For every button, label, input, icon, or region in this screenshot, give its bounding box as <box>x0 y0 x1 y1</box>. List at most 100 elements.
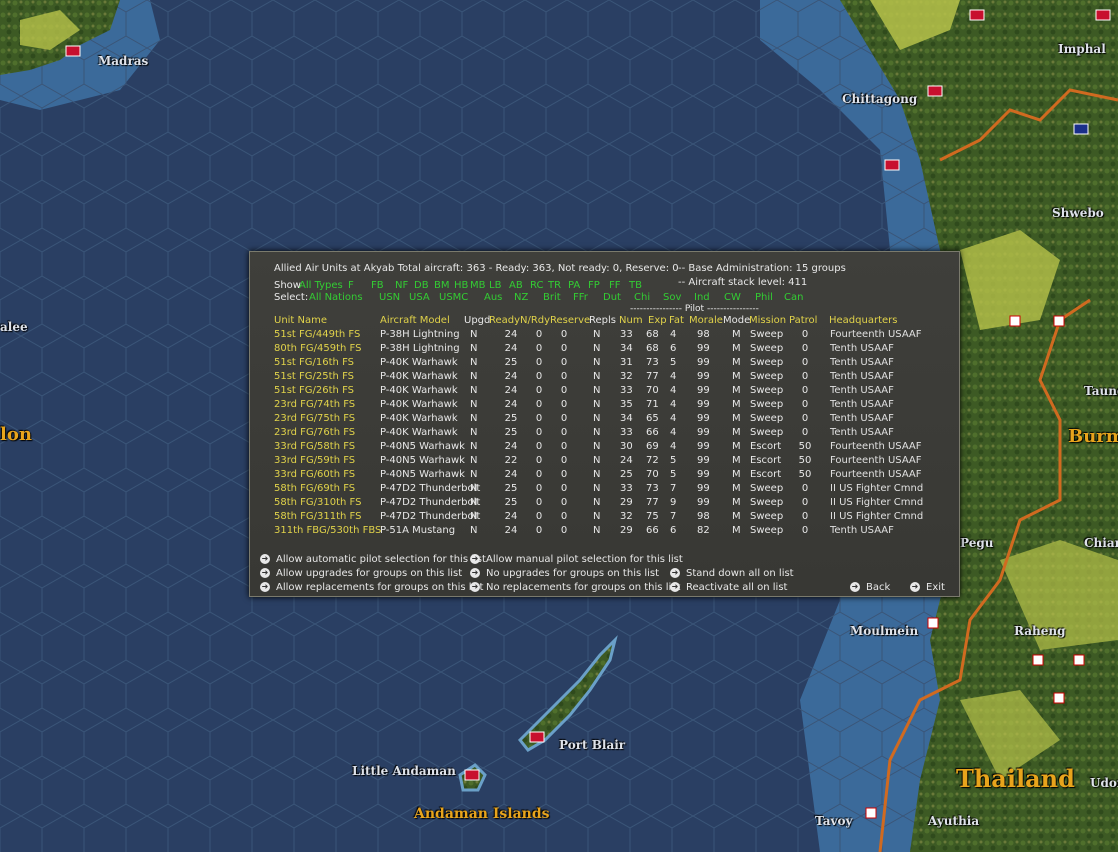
show-type-tr[interactable]: TR <box>548 280 561 292</box>
reactivate-button[interactable]: ➜ Reactivate all on list <box>670 581 787 594</box>
col-patrol[interactable]: Patrol <box>789 314 817 328</box>
show-type-fp[interactable]: FP <box>588 280 600 292</box>
col-num[interactable]: Num <box>619 314 643 328</box>
cell-unit-name[interactable]: 23rd FG/75th FS <box>274 412 355 426</box>
cell-unit-name[interactable]: 33rd FG/60th FS <box>274 468 355 482</box>
no-replacements-button[interactable]: ➜ No replacements for groups on this list <box>470 581 680 594</box>
show-type-ab[interactable]: AB <box>509 280 523 292</box>
show-type-nf[interactable]: NF <box>395 280 408 292</box>
col-mode[interactable]: Mode <box>723 314 750 328</box>
table-row[interactable]: 58th FG/69th FS P-47D2 Thunderbolt N 25 0 0 N 3… <box>250 482 950 496</box>
col-exp[interactable]: Exp <box>648 314 667 328</box>
show-type-mb[interactable]: MB <box>470 280 486 292</box>
exit-button[interactable]: ➜ Exit <box>910 581 945 594</box>
show-type-tb[interactable]: TB <box>629 280 642 292</box>
table-row[interactable]: 80th FG/459th FS P-38H Lightning N 24 0 0 N 34 6… <box>250 342 950 356</box>
cell-pilot-fat: 4 <box>670 413 677 424</box>
col-fat[interactable]: Fat <box>669 314 684 328</box>
table-row[interactable]: 58th FG/310th FS P-47D2 Thunderbolt N 25 0 0 N… <box>250 496 950 510</box>
cell-upgrade: N <box>470 413 478 424</box>
select-nation-all-nations[interactable]: All Nations <box>309 292 363 304</box>
cell-upgrade: N <box>470 329 478 340</box>
col-headquarters[interactable]: Headquarters <box>829 314 897 328</box>
cell-unit-name[interactable]: 58th FG/69th FS <box>274 482 355 496</box>
col-reserve[interactable]: Reserve <box>550 314 590 328</box>
table-row[interactable]: 33rd FG/59th FS P-40N5 Warhawk N 22 0 0 N 24 72 5… <box>250 454 950 468</box>
cell-mode: M <box>732 343 741 354</box>
cell-unit-name[interactable]: 80th FG/459th FS <box>274 342 361 356</box>
show-type-pa[interactable]: PA <box>568 280 580 292</box>
cell-replacements: N <box>593 469 601 480</box>
cell-unit-name[interactable]: 51st FG/16th FS <box>274 356 354 370</box>
col-ready[interactable]: Ready <box>489 314 520 328</box>
arrow-icon: ➜ <box>260 582 270 592</box>
cell-not-ready: 0 <box>535 329 543 340</box>
show-type-rc[interactable]: RC <box>530 280 543 292</box>
arrow-icon: ➜ <box>910 582 920 592</box>
cell-unit-name[interactable]: 51st FG/449th FS <box>274 328 360 342</box>
table-row[interactable]: 51st FG/449th FS P-38H Lightning N 24 0 0 N 33 6… <box>250 328 950 342</box>
cell-unit-name[interactable]: 51st FG/26th FS <box>274 384 354 398</box>
col-unit-name[interactable]: Unit Name <box>274 314 327 328</box>
col-aircraft-model[interactable]: Aircraft Model <box>380 314 450 328</box>
table-row[interactable]: 51st FG/16th FS P-40K Warhawk N 25 0 0 N 31 73 5 9… <box>250 356 950 370</box>
cell-mission: Escort <box>750 455 782 466</box>
col-mission[interactable]: Mission <box>749 314 786 328</box>
show-type-bm[interactable]: BM <box>434 280 450 292</box>
cell-unit-name[interactable]: 23rd FG/76th FS <box>274 426 355 440</box>
table-row[interactable]: 33rd FG/60th FS P-40N5 Warhawk N 24 0 0 N 25 70 5… <box>250 468 950 482</box>
allow-upgrades-button[interactable]: ➜ Allow upgrades for groups on this list <box>260 567 462 580</box>
manual-pilot-button[interactable]: ➜ Allow manual pilot selection for this l… <box>470 553 683 566</box>
table-row[interactable]: 51st FG/26th FS P-40K Warhawk N 24 0 0 N 33 70 4 9… <box>250 384 950 398</box>
cell-aircraft-model: P-47D2 Thunderbolt <box>380 497 481 508</box>
allow-replacements-button[interactable]: ➜ Allow replacements for groups on this l… <box>260 581 483 594</box>
col-morale[interactable]: Morale <box>689 314 723 328</box>
show-type-fb[interactable]: FB <box>371 280 384 292</box>
select-nation-usn[interactable]: USN <box>379 292 400 304</box>
no-upgrades-button[interactable]: ➜ No upgrades for groups on this list <box>470 567 659 580</box>
cell-mode: M <box>732 371 741 382</box>
cell-unit-name[interactable]: 58th FG/310th FS <box>274 496 361 510</box>
select-nation-usa[interactable]: USA <box>409 292 430 304</box>
table-row[interactable]: 23rd FG/74th FS P-40K Warhawk N 24 0 0 N 35 71 4 9… <box>250 398 950 412</box>
col-upgd[interactable]: Upgd <box>464 314 490 328</box>
cell-not-ready: 0 <box>535 497 543 508</box>
table-row[interactable]: 23rd FG/76th FS P-40K Warhawk N 25 0 0 N 33 66 4 9… <box>250 426 950 440</box>
cell-ready: 24 <box>504 525 518 536</box>
select-nation-dut[interactable]: Dut <box>603 292 621 304</box>
table-row[interactable]: 51st FG/25th FS P-40K Warhawk N 24 0 0 N 32 77 4 9… <box>250 370 950 384</box>
show-type-f[interactable]: F <box>348 280 354 292</box>
cell-unit-name[interactable]: 311th FBG/530th FBS <box>274 524 381 538</box>
select-nation-nz[interactable]: NZ <box>514 292 528 304</box>
cell-pilot-exp: 68 <box>646 343 659 354</box>
cell-replacements: N <box>593 427 601 438</box>
stand-down-button[interactable]: ➜ Stand down all on list <box>670 567 794 580</box>
select-nation-can[interactable]: Can <box>784 292 803 304</box>
cell-not-ready: 0 <box>535 441 543 452</box>
cell-mission: Sweep <box>750 343 784 354</box>
select-nation-usmc[interactable]: USMC <box>439 292 468 304</box>
cell-unit-name[interactable]: 58th FG/311th FS <box>274 510 361 524</box>
cell-unit-name[interactable]: 33rd FG/58th FS <box>274 440 355 454</box>
select-nation-ffr[interactable]: FFr <box>573 292 588 304</box>
table-row[interactable]: 33rd FG/58th FS P-40N5 Warhawk N 24 0 0 N 30 69 4… <box>250 440 950 454</box>
cell-unit-name[interactable]: 23rd FG/74th FS <box>274 398 355 412</box>
auto-pilot-button[interactable]: ➜ Allow automatic pilot selection for thi… <box>260 553 486 566</box>
select-nation-brit[interactable]: Brit <box>543 292 561 304</box>
show-type-hb[interactable]: HB <box>454 280 468 292</box>
table-row[interactable]: 311th FBG/530th FBS P-51A Mustang N 24 0 0 N 29… <box>250 524 950 538</box>
show-type-ff[interactable]: FF <box>609 280 621 292</box>
cell-pilot-fat: 5 <box>670 455 677 466</box>
show-type-db[interactable]: DB <box>414 280 429 292</box>
table-row[interactable]: 58th FG/311th FS P-47D2 Thunderbolt N 24 0 0 N… <box>250 510 950 524</box>
back-button[interactable]: ➜ Back <box>850 581 890 594</box>
col-repls[interactable]: Repls <box>589 314 616 328</box>
col-nrdy[interactable]: N/Rdy <box>520 314 550 328</box>
cell-unit-name[interactable]: 51st FG/25th FS <box>274 370 354 384</box>
cell-pilot-num: 33 <box>620 483 633 494</box>
show-type-all-types[interactable]: All Types <box>299 280 343 292</box>
cell-unit-name[interactable]: 33rd FG/59th FS <box>274 454 355 468</box>
show-type-lb[interactable]: LB <box>489 280 501 292</box>
table-row[interactable]: 23rd FG/75th FS P-40K Warhawk N 25 0 0 N 34 65 4 9… <box>250 412 950 426</box>
select-nation-aus[interactable]: Aus <box>484 292 502 304</box>
